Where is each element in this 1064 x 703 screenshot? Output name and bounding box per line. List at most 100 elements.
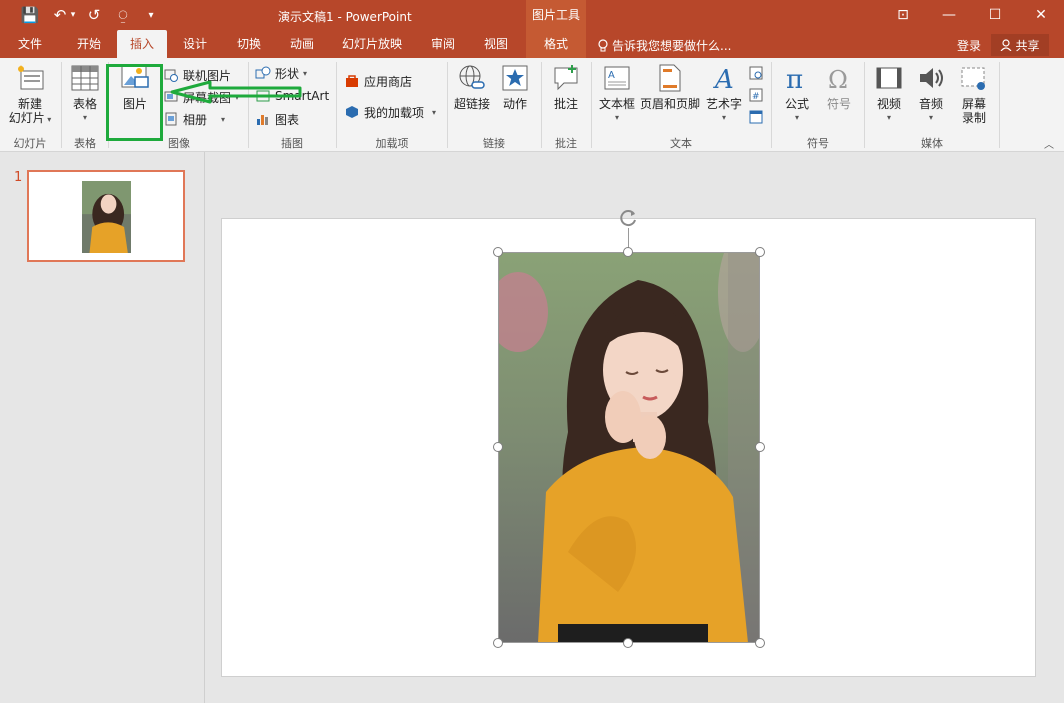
close-icon[interactable]: ✕ (1018, 0, 1064, 30)
slide-number-button[interactable]: # (748, 86, 764, 104)
inserted-photo[interactable] (498, 252, 760, 643)
svg-text:#: # (752, 92, 760, 102)
shapes-dropdown-icon: ▾ (303, 68, 308, 78)
wordart-label: 艺术字 (705, 97, 742, 111)
store-icon (344, 73, 360, 89)
maximize-icon[interactable]: ☐ (972, 0, 1018, 30)
svg-text:A: A (713, 65, 734, 92)
tab-file[interactable]: 文件 (6, 30, 54, 58)
slide-number-label: 1 (14, 170, 23, 185)
my-addins-icon (344, 104, 360, 120)
slide-thumbnail-pane[interactable]: 1 (0, 152, 205, 703)
undo-dropdown-icon[interactable]: ▾ (68, 4, 78, 26)
undo-icon[interactable]: ↶ (50, 4, 70, 26)
omega-icon: Ω (823, 62, 855, 94)
store-button[interactable]: 应用商店 (344, 72, 412, 90)
resize-handle-e[interactable] (755, 442, 765, 452)
action-button[interactable]: 动作 (498, 62, 532, 111)
chart-icon (255, 111, 271, 127)
rotate-handle-icon[interactable] (619, 208, 639, 228)
equation-dropdown-icon: ▾ (794, 113, 799, 122)
group-label-illustrations: 插图 (281, 137, 303, 150)
tell-me-text: 告诉我您想要做什么... (612, 39, 732, 53)
hyperlink-button[interactable]: 超链接 (452, 62, 492, 111)
date-time-button[interactable] (748, 64, 764, 82)
my-addins-label: 我的加载项 (364, 105, 425, 120)
ribbon-display-options-icon[interactable]: ⊡ (880, 0, 926, 30)
tab-transitions[interactable]: 切换 (224, 30, 274, 58)
tab-animations[interactable]: 动画 (277, 30, 327, 58)
resize-handle-nw[interactable] (493, 247, 503, 257)
wordart-button[interactable]: A 艺术字 ▾ (704, 62, 744, 125)
my-addins-dropdown-icon: ▾ (432, 107, 437, 117)
resize-handle-n[interactable] (623, 247, 633, 257)
document-title: 演示文稿1 - PowerPoint (278, 10, 412, 24)
object-icon (748, 109, 764, 125)
table-button[interactable]: 表格 ▾ (66, 62, 104, 125)
redo-icon[interactable]: ↺ (84, 4, 104, 26)
chart-button[interactable]: 图表 (255, 110, 299, 128)
start-presentation-icon[interactable]: ⍜ (113, 4, 133, 26)
my-addins-button[interactable]: 我的加载项 ▾ (344, 103, 436, 121)
tab-insert[interactable]: 插入 (117, 30, 167, 58)
speaker-icon (915, 62, 947, 94)
symbol-label: 符号 (826, 97, 851, 111)
tab-review[interactable]: 审阅 (418, 30, 468, 58)
minimize-icon[interactable]: — (926, 0, 972, 30)
group-label-media: 媒体 (921, 137, 943, 150)
date-time-icon (748, 65, 764, 81)
new-slide-label-1: 新建 (17, 97, 42, 111)
equation-button[interactable]: π 公式 ▾ (780, 62, 814, 125)
textbox-button[interactable]: A 文本框 ▾ (597, 62, 637, 125)
ribbon-tab-bar: 文件 开始 插入 设计 切换 动画 幻灯片放映 审阅 视图 格式 (0, 30, 1064, 58)
group-label-addins: 加载项 (375, 137, 409, 150)
video-button[interactable]: 视频 ▾ (872, 62, 906, 125)
comment-label: 批注 (553, 97, 578, 111)
header-footer-icon (654, 62, 686, 94)
resize-handle-s[interactable] (623, 638, 633, 648)
wordart-dropdown-icon: ▾ (721, 113, 726, 122)
group-label-comments: 批注 (555, 137, 577, 150)
new-slide-button[interactable]: 新建 幻灯片 ▾ (5, 62, 55, 127)
photo-album-button[interactable]: 相册 ▾ (163, 110, 225, 128)
group-divider (999, 62, 1000, 148)
slide-number-icon: # (748, 87, 764, 103)
tab-slideshow[interactable]: 幻灯片放映 (334, 30, 410, 58)
share-button[interactable]: 共享 (991, 34, 1049, 56)
header-footer-button[interactable]: 页眉和页脚 (639, 62, 701, 111)
tab-view[interactable]: 视图 (471, 30, 521, 58)
slide-thumbnail[interactable] (27, 170, 185, 262)
video-label: 视频 (876, 97, 901, 111)
collapse-ribbon-icon[interactable]: ︿ (1044, 136, 1054, 151)
group-divider (336, 62, 337, 148)
object-button[interactable] (748, 108, 764, 126)
resize-handle-ne[interactable] (755, 247, 765, 257)
login-link[interactable]: 登录 (957, 37, 981, 54)
group-label-links: 链接 (483, 137, 505, 150)
resize-handle-w[interactable] (493, 442, 503, 452)
screen-recording-icon (958, 62, 990, 94)
tab-home[interactable]: 开始 (64, 30, 114, 58)
group-label-slides: 幻灯片 (13, 137, 47, 150)
symbol-button[interactable]: Ω 符号 (822, 62, 856, 111)
customize-qat-icon[interactable]: ▾ (144, 4, 158, 26)
tab-format[interactable]: 格式 (526, 30, 586, 58)
group-divider (61, 62, 62, 148)
resize-handle-sw[interactable] (493, 638, 503, 648)
screen-recording-label-1: 屏幕 (961, 97, 986, 111)
new-comment-button[interactable]: 批注 (548, 62, 584, 111)
save-icon[interactable]: 💾 (20, 4, 40, 26)
textbox-dropdown-icon: ▾ (614, 113, 619, 122)
audio-button[interactable]: 音频 ▾ (914, 62, 948, 125)
new-slide-icon (14, 62, 46, 94)
tell-me-search[interactable]: 告诉我您想要做什么... (598, 37, 731, 54)
table-dropdown-icon: ▾ (82, 113, 87, 122)
tab-design[interactable]: 设计 (170, 30, 220, 58)
equation-label: 公式 (784, 97, 809, 111)
textbox-label: 文本框 (598, 97, 635, 111)
hyperlink-icon (456, 62, 488, 94)
resize-handle-se[interactable] (755, 638, 765, 648)
photo-album-dropdown-icon: ▾ (221, 114, 226, 124)
screen-recording-button[interactable]: 屏幕 录制 (956, 62, 992, 125)
group-label-symbols: 符号 (807, 137, 829, 150)
